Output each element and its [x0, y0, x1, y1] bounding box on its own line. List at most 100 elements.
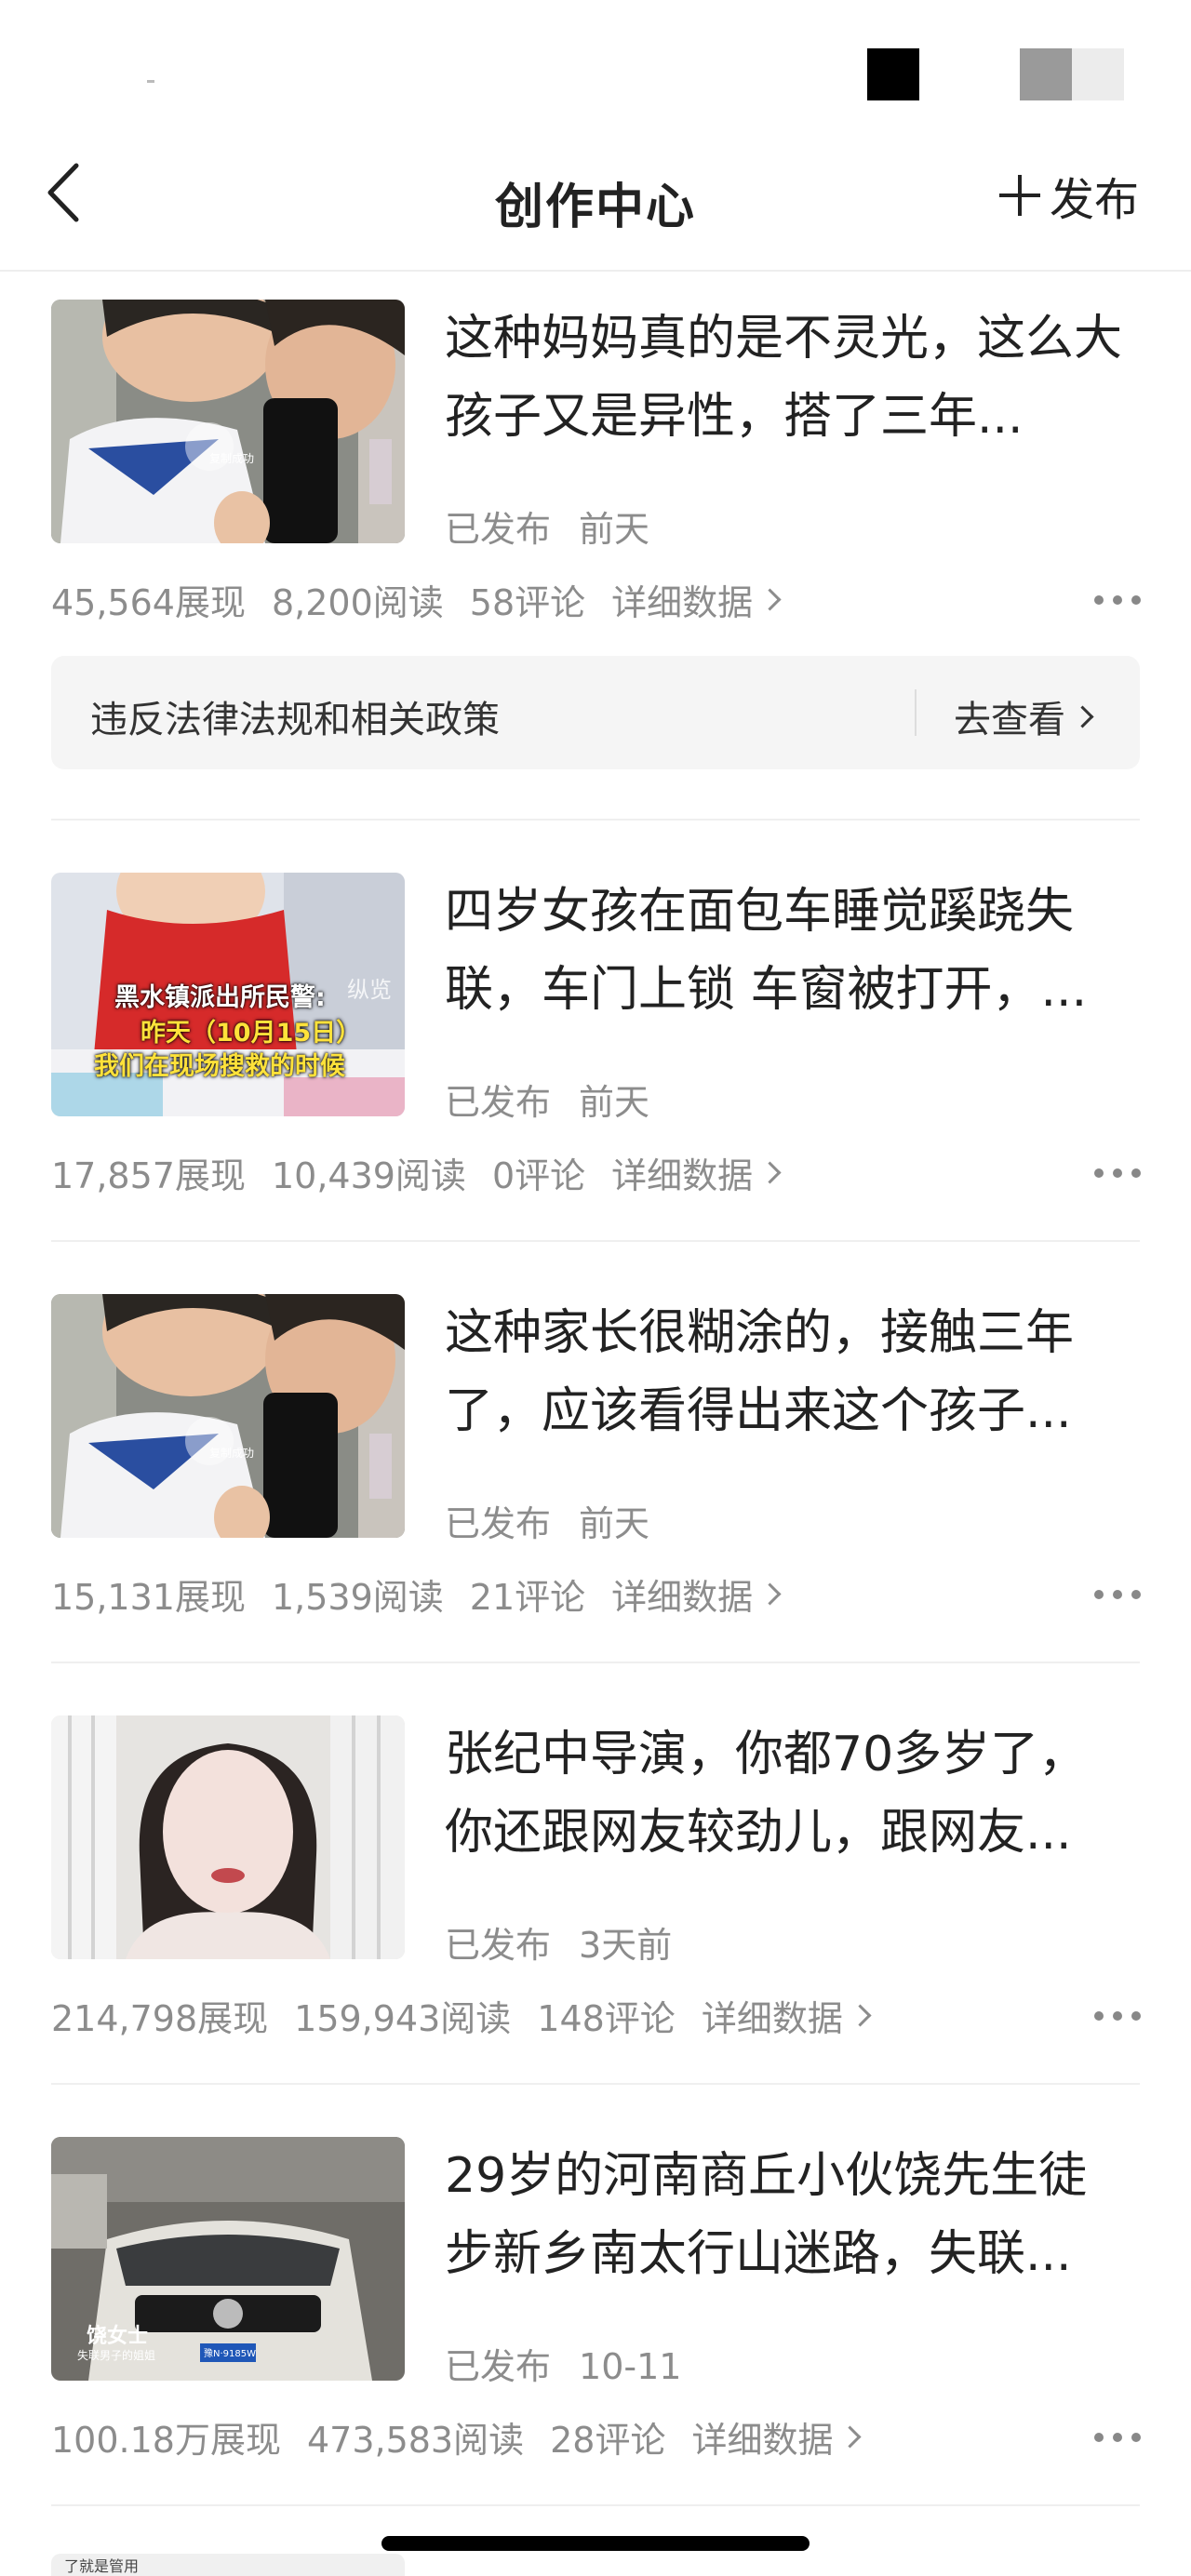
- detail-data-link[interactable]: 详细数据: [611, 1147, 782, 1198]
- more-options-button[interactable]: [1094, 595, 1141, 608]
- publish-time: 前天: [579, 1082, 650, 1123]
- article-thumbnail[interactable]: 复制成功: [51, 1294, 405, 1538]
- more-dot-icon: [1131, 1168, 1141, 1178]
- publish-time: 前天: [579, 509, 650, 550]
- card-divider: [51, 1240, 1140, 1242]
- publish-status: 已发布: [445, 2346, 552, 2387]
- publish-status: 已发布: [445, 1082, 552, 1123]
- reads-count: 1,539阅读: [271, 1577, 444, 1618]
- article-title[interactable]: 张纪中导演，你都70多岁了，你还跟网友较劲儿，跟网友...: [445, 1715, 1133, 1872]
- chevron-right-icon: [758, 588, 782, 611]
- notice-divider: [915, 689, 917, 736]
- thumbnail-caption: 失联男子的姐姐: [77, 2349, 156, 2362]
- next-article-thumbnail[interactable]: 了就是管用: [51, 2554, 405, 2576]
- publish-time: 3天前: [579, 1925, 673, 1966]
- thumbnail-caption: 复制成功: [209, 452, 255, 465]
- status-bar: [0, 0, 1191, 140]
- article-title[interactable]: 四岁女孩在面包车睡觉蹊跷失联，车门上锁 车窗被打开，...: [445, 873, 1133, 1029]
- chevron-right-icon: [1071, 704, 1094, 728]
- notice-text: 违反法律法规和相关政策: [90, 699, 500, 741]
- detail-data-label: 详细数据: [611, 582, 754, 623]
- reads-count: 473,583阅读: [306, 2420, 525, 2461]
- publish-time: 10-11: [579, 2346, 682, 2387]
- thumbnail-caption: 昨天（10月15日）: [141, 1019, 362, 1048]
- article-stats: 45,564展现 8,200阅读 58评论 详细数据: [51, 574, 804, 625]
- card-divider: [51, 819, 1140, 821]
- article-thumbnail[interactable]: 复制成功: [51, 300, 405, 543]
- reads-count: 159,943阅读: [294, 1998, 512, 2039]
- thumbnail-caption: 了就是管用: [64, 2557, 140, 2575]
- plus-icon: [998, 175, 1040, 216]
- article-title[interactable]: 这种妈妈真的是不灵光，这么大孩子又是异性，搭了三年...: [445, 300, 1133, 456]
- comments-count: 148评论: [537, 1998, 676, 2039]
- article-title[interactable]: 29岁的河南商丘小伙饶先生徒步新乡南太行山迷路，失联...: [445, 2137, 1133, 2293]
- detail-data-label: 详细数据: [611, 1155, 754, 1196]
- thumbnail-caption: 我们在现场搜救的时候: [94, 1052, 345, 1081]
- chevron-right-icon: [838, 2425, 863, 2449]
- more-dot-icon: [1094, 1168, 1104, 1178]
- article-meta: 已发布 10-11: [445, 2338, 681, 2389]
- article-meta: 已发布 前天: [445, 1074, 649, 1125]
- article-thumbnail[interactable]: 饶女士 失联男子的姐姐 豫N·9185W: [51, 2137, 405, 2381]
- more-options-button[interactable]: [1094, 1590, 1141, 1603]
- reads-count: 10,439阅读: [271, 1155, 466, 1196]
- more-dot-icon: [1113, 2011, 1122, 2021]
- detail-data-label: 详细数据: [701, 1998, 843, 2039]
- more-options-button[interactable]: [1094, 2433, 1141, 2446]
- status-bar-redacted-block: [867, 48, 919, 100]
- reads-count: 8,200阅读: [271, 582, 444, 623]
- more-dot-icon: [1094, 2433, 1104, 2442]
- more-dot-icon: [1094, 2011, 1104, 2021]
- thumbnail-caption: 复制成功: [209, 1447, 255, 1460]
- chevron-right-icon: [758, 1161, 782, 1184]
- detail-data-link[interactable]: 详细数据: [691, 2411, 863, 2463]
- impressions-count: 45,564展现: [51, 582, 246, 623]
- card-divider: [51, 2083, 1140, 2085]
- thumbnail-watermark: 纵览: [347, 977, 392, 1003]
- impressions-count: 17,857展现: [51, 1155, 246, 1196]
- detail-data-label: 详细数据: [691, 2420, 834, 2461]
- article-title[interactable]: 这种家长很糊涂的，接触三年了，应该看得出来这个孩子...: [445, 1294, 1133, 1450]
- view-violation-button[interactable]: 去查看: [954, 689, 1094, 743]
- article-thumbnail[interactable]: [51, 1715, 405, 1959]
- comments-count: 58评论: [469, 582, 586, 623]
- status-bar-redacted-block: [1020, 48, 1072, 100]
- more-dot-icon: [1131, 1590, 1141, 1599]
- publish-status: 已发布: [445, 509, 552, 550]
- article-stats: 214,798展现 159,943阅读 148评论 详细数据: [51, 1990, 894, 2041]
- detail-data-link[interactable]: 详细数据: [701, 1990, 872, 2041]
- status-bar-redacted-block: [1072, 48, 1124, 100]
- thumbnail-caption: 黑水镇派出所民警:: [114, 983, 326, 1012]
- nav-bar: 创作中心 发布: [0, 140, 1191, 272]
- publish-button[interactable]: 发布: [998, 167, 1139, 226]
- view-violation-label: 去查看: [954, 699, 1065, 741]
- license-plate: 豫N·9185W: [204, 2349, 256, 2359]
- article-stats: 15,131展现 1,539阅读 21评论 详细数据: [51, 1568, 804, 1620]
- detail-data-link[interactable]: 详细数据: [611, 574, 782, 625]
- comments-count: 0评论: [491, 1155, 586, 1196]
- more-dot-icon: [1113, 1590, 1122, 1599]
- impressions-count: 214,798展现: [51, 1998, 269, 2039]
- publish-status: 已发布: [445, 1925, 552, 1966]
- publish-status: 已发布: [445, 1503, 552, 1544]
- more-dot-icon: [1113, 1168, 1122, 1178]
- more-dot-icon: [1094, 595, 1104, 605]
- more-dot-icon: [1131, 2011, 1141, 2021]
- more-options-button[interactable]: [1094, 2011, 1141, 2024]
- chevron-right-icon: [758, 1582, 782, 1606]
- comments-count: 21评论: [469, 1577, 586, 1618]
- more-dot-icon: [1131, 2433, 1141, 2442]
- impressions-count: 100.18万展现: [51, 2420, 281, 2461]
- publish-label: 发布: [1049, 174, 1139, 226]
- article-stats: 100.18万展现 473,583阅读 28评论 详细数据: [51, 2411, 884, 2463]
- more-dot-icon: [1094, 1590, 1104, 1599]
- article-meta: 已发布 3天前: [445, 1916, 672, 1968]
- status-bar-mark: [147, 80, 154, 83]
- more-options-button[interactable]: [1094, 1168, 1141, 1181]
- detail-data-link[interactable]: 详细数据: [611, 1568, 782, 1620]
- chevron-right-icon: [849, 2004, 872, 2027]
- article-thumbnail[interactable]: 黑水镇派出所民警: 昨天（10月15日） 我们在现场搜救的时候 纵览: [51, 873, 405, 1116]
- detail-data-label: 详细数据: [611, 1577, 754, 1618]
- impressions-count: 15,131展现: [51, 1577, 246, 1618]
- home-indicator[interactable]: [381, 2536, 810, 2551]
